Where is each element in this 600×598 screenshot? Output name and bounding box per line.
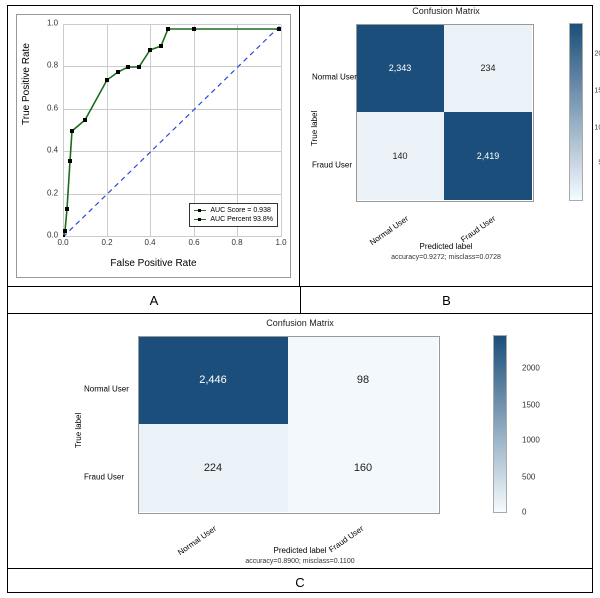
cmB-ylabel: True label [310,111,319,146]
caption-row-ab: A B [8,287,592,314]
roc-ytick: 0.2 [47,189,58,198]
cmB-xlabel: Predicted label [300,242,592,251]
panel-b: Confusion Matrix 2,343 234 140 2,419 0 5… [300,6,592,286]
panel-c: Confusion Matrix 2,446 98 224 160 0 500 … [8,314,592,568]
roc-xlabel: False Positive Rate [17,258,290,269]
cmB-cell-bl: 140 [356,112,444,200]
roc-legend-line1: AUC Score = 0.938 [210,206,271,215]
cmB-cell-tr: 234 [444,24,532,112]
roc-ylabel: True Positive Rate [21,43,32,125]
cmB-cell-tl: 2,343 [356,24,444,112]
cmC-rowlabel: Normal User [84,385,129,394]
top-row: 0.0 0.2 0.4 0.6 0.8 1.0 0.0 0.2 0.4 0.6 … [8,6,592,287]
cmB-collabel: Fraud User [459,214,497,244]
caption-a: A [8,287,301,313]
legend-marker-icon [194,210,206,211]
cmB-cell-br: 2,419 [444,112,532,200]
roc-ytick: 0.4 [47,146,58,155]
legend-marker-icon [194,219,206,220]
cmB-title: Confusion Matrix [300,6,592,16]
cmB-rowlabel: Normal User [312,73,357,82]
caption-b: B [301,287,592,313]
cmC-title: Confusion Matrix [8,318,592,328]
cmB-accuracy: accuracy=0.9272; misclass=0.0728 [300,254,592,261]
cmC-rowlabel: Fraud User [84,473,124,482]
cmC-cells: 2,446 98 224 160 [138,336,438,512]
cmB-cells: 2,343 234 140 2,419 [356,24,532,200]
cmC-cell-bl: 224 [138,424,288,512]
roc-legend: AUC Score = 0.938 AUC Percent 93.8% [189,203,278,227]
roc-xtick: 0.2 [101,238,112,247]
roc-legend-line2: AUC Percent 93.8% [210,215,273,224]
roc-frame: 0.0 0.2 0.4 0.6 0.8 1.0 0.0 0.2 0.4 0.6 … [16,14,291,278]
roc-xtick: 1.0 [275,238,286,247]
roc-xtick: 0.6 [188,238,199,247]
cmC-ylabel: True label [74,413,83,448]
caption-c: C [8,568,592,595]
cmC-cell-tr: 98 [288,336,438,424]
roc-ytick: 0.0 [47,231,58,240]
cmC-cell-tl: 2,446 [138,336,288,424]
cmC-xlabel: Predicted label [8,546,592,555]
roc-ytick: 0.8 [47,61,58,70]
roc-xtick: 0.4 [144,238,155,247]
cmC-colorbar [494,336,506,512]
panel-a: 0.0 0.2 0.4 0.6 0.8 1.0 0.0 0.2 0.4 0.6 … [8,6,300,286]
outer-frame: 0.0 0.2 0.4 0.6 0.8 1.0 0.0 0.2 0.4 0.6 … [7,5,593,593]
roc-ytick: 0.6 [47,104,58,113]
roc-ytick: 1.0 [47,19,58,28]
figure-page: 0.0 0.2 0.4 0.6 0.8 1.0 0.0 0.2 0.4 0.6 … [0,0,600,598]
cmB-rowlabel: Fraud User [312,161,352,170]
roc-xtick: 0.0 [57,238,68,247]
cmC-accuracy: accuracy=0.8900; misclass=0.1100 [8,558,592,565]
cmB-colorbar [570,24,582,200]
roc-xtick: 0.8 [231,238,242,247]
cmC-cell-br: 160 [288,424,438,512]
